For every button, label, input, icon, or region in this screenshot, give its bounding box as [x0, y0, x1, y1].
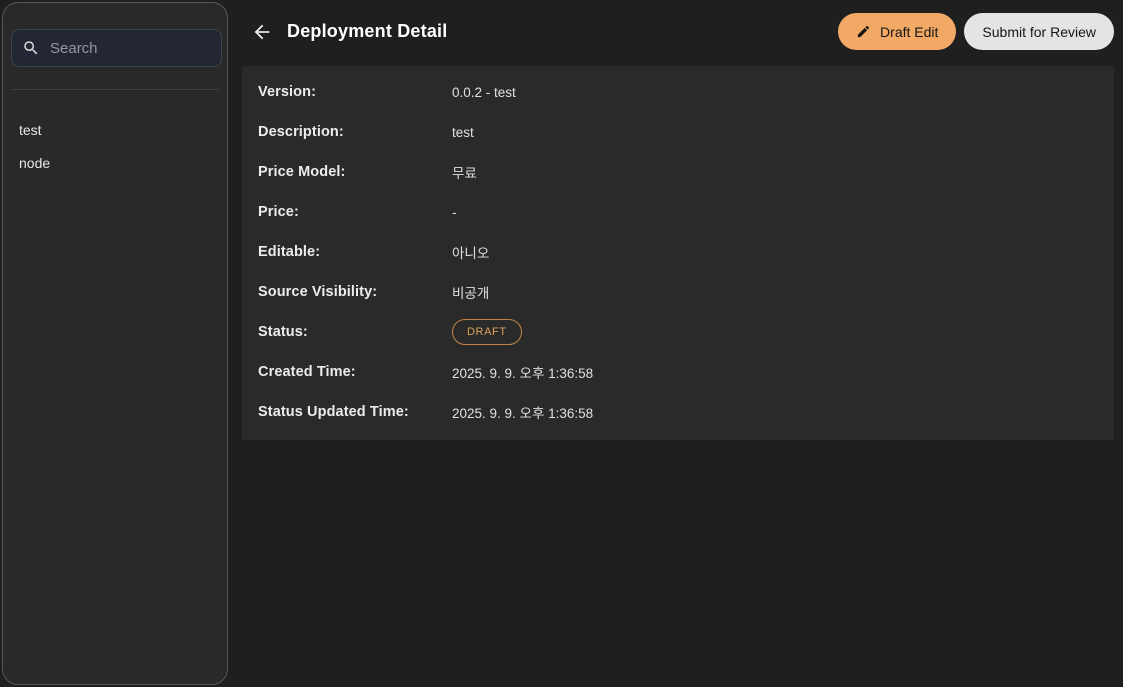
- field-value: 2025. 9. 9. 오후 1:36:58: [452, 366, 594, 381]
- field-label: Status:: [258, 324, 308, 340]
- detail-row: Status: DRAFT: [242, 312, 1114, 352]
- detail-fields: Version: 0.0.2 - test Description: test Pric…: [242, 72, 1114, 432]
- field-value: 비공개: [452, 286, 490, 301]
- deployment-detail-panel: Version: 0.0.2 - test Description: test Pric…: [242, 66, 1114, 440]
- field-value: 무료: [452, 166, 477, 181]
- field-label: Description:: [258, 124, 344, 140]
- field-value: test: [452, 124, 474, 140]
- detail-row: Status Updated Time: 2025. 9. 9. 오후 1:36:…: [242, 392, 1114, 432]
- field-value: 아니오: [452, 246, 490, 261]
- field-value: 2025. 9. 9. 오후 1:36:58: [452, 406, 594, 421]
- detail-row: Version: 0.0.2 - test: [242, 72, 1114, 112]
- page-title: Deployment Detail: [287, 21, 448, 41]
- search-box[interactable]: [11, 29, 222, 67]
- detail-row: Price: -: [242, 192, 1114, 232]
- field-label: Source Visibility:: [258, 284, 378, 300]
- back-button[interactable]: [251, 20, 275, 44]
- draft-edit-label: Draft Edit: [880, 23, 939, 40]
- sidebar: test node: [2, 2, 228, 685]
- detail-row: Created Time: 2025. 9. 9. 오후 1:36:58: [242, 352, 1114, 392]
- detail-row: Source Visibility: 비공개: [242, 272, 1114, 312]
- submit-for-review-button[interactable]: Submit for Review: [964, 13, 1114, 50]
- pencil-icon: [856, 24, 871, 39]
- arrow-left-icon: [251, 21, 275, 43]
- field-label: Editable:: [258, 244, 321, 260]
- field-label: Version:: [258, 84, 317, 100]
- sidebar-divider: [11, 89, 219, 90]
- search-icon: [22, 39, 40, 57]
- field-value: 0.0.2 - test: [452, 84, 516, 100]
- submit-for-review-label: Submit for Review: [982, 23, 1096, 40]
- draft-edit-button[interactable]: Draft Edit: [838, 13, 957, 50]
- field-label: Price Model:: [258, 164, 346, 180]
- status-badge: DRAFT: [452, 319, 522, 345]
- sidebar-list: test node: [3, 113, 227, 179]
- search-input[interactable]: [50, 39, 211, 57]
- field-label: Price:: [258, 204, 299, 220]
- detail-row: Price Model: 무료: [242, 152, 1114, 192]
- sidebar-item-test[interactable]: test: [3, 113, 227, 146]
- field-label: Created Time:: [258, 364, 356, 380]
- field-label: Status Updated Time:: [258, 404, 409, 420]
- header-actions: Draft Edit Submit for Review: [838, 13, 1114, 50]
- main-header: Deployment Detail Draft Edit Submit for …: [242, 0, 1123, 66]
- sidebar-item-node[interactable]: node: [3, 146, 227, 179]
- field-value: -: [452, 204, 457, 220]
- detail-row: Editable: 아니오: [242, 232, 1114, 272]
- detail-row: Description: test: [242, 112, 1114, 152]
